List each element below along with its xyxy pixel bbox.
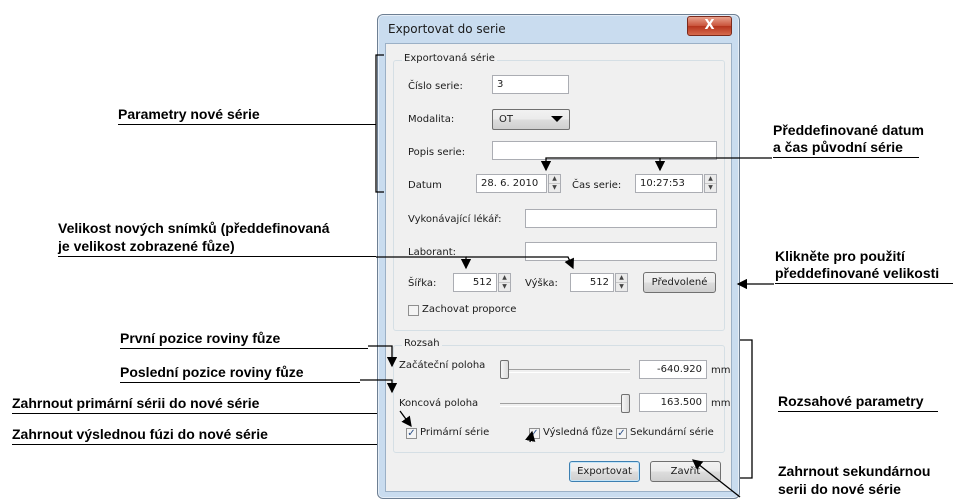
width-input[interactable]: 512 [453,273,497,292]
keep-proportions-label: Zachovat proporce [422,304,517,315]
end-position-label: Koncová poloha [399,398,479,409]
width-spinner[interactable]: ▲ ▼ [498,273,511,292]
annotation-include-primary: Zahrnout primární sérii do nové série [12,395,400,414]
end-slider-thumb[interactable] [621,394,630,413]
date-label: Datum [408,180,442,191]
spin-down-icon[interactable]: ▼ [616,283,627,291]
check-icon: ✓ [407,428,416,439]
series-number-input[interactable]: 3 [492,75,569,94]
annotation-range-params: Rozsahové parametry [778,393,938,412]
width-label: Šířka: [408,278,437,289]
dialog-title: Exportovat do serie [388,22,506,36]
dialog-client-area: Exportovaná série Číslo serie: 3 Modalit… [385,43,732,492]
export-button[interactable]: Exportovat [569,461,640,482]
modality-label: Modalita: [408,114,455,125]
annotation-params: Parametry nové série [118,106,376,125]
annotation-default-line1: Klikněte pro použití [775,248,905,264]
annotation-size-line1: Velikost nových snímků (předdefinovaná [58,220,330,236]
start-position-input[interactable]: -640.920 [639,360,707,379]
chevron-down-icon [551,116,563,122]
end-slider-track [500,403,630,407]
start-position-label: Začáteční poloha [399,360,486,371]
start-slider-thumb[interactable] [500,360,509,379]
height-input[interactable]: 512 [570,273,614,292]
height-label: Výška: [525,278,558,289]
spin-up-icon[interactable]: ▲ [499,274,510,283]
annotation-include-secondary-line2: serii do nové série [778,481,901,497]
start-slider-track [500,369,630,373]
time-input[interactable]: 10:27:53 [635,174,703,193]
modality-value: OT [499,114,513,125]
height-spinner[interactable]: ▲ ▼ [615,273,628,292]
description-input[interactable] [492,141,717,160]
end-unit-label: mm [711,398,731,409]
secondary-series-label: Sekundární série [630,427,714,438]
default-size-button[interactable]: Předvolené [643,272,716,293]
series-number-label: Číslo serie: [408,81,463,92]
annotation-size-line2: je velikost zobrazené fůze) [58,238,376,257]
check-icon: ✓ [617,428,626,439]
primary-series-checkbox[interactable]: ✓ [406,428,417,439]
group-exported-series: Exportovaná série Číslo serie: 3 Modalit… [393,53,725,331]
group-exported-series-title: Exportovaná série [402,53,497,64]
date-spinner[interactable]: ▲ ▼ [548,174,561,193]
annotation-first-position: První pozice roviny fůze [120,330,368,349]
close-icon: X [704,18,715,33]
annotation-last-position: Poslední pozice roviny fůze [120,364,360,383]
check-icon: ✓ [530,428,539,439]
spin-up-icon[interactable]: ▲ [705,175,716,184]
close-button[interactable]: Zavřít [650,461,721,482]
technician-label: Laborant: [408,247,457,258]
date-input[interactable]: 28. 6. 2010 [476,174,547,193]
physician-input[interactable] [525,209,717,228]
time-label: Čas serie: [572,180,622,191]
annotation-datetime-line1: Předdefinované datum [773,122,924,138]
close-window-button[interactable]: X [687,16,732,36]
annotation-default-line2: předdefinované velikosti [775,265,953,284]
spin-up-icon[interactable]: ▲ [549,175,560,184]
secondary-series-checkbox[interactable]: ✓ [616,428,627,439]
title-bar: Exportovat do serie X [378,15,739,43]
primary-series-label: Primární série [420,427,490,438]
spin-down-icon[interactable]: ▼ [549,184,560,192]
end-position-input[interactable]: 163.500 [639,393,707,412]
spin-up-icon[interactable]: ▲ [616,274,627,283]
modality-select[interactable]: OT [492,109,570,130]
annotation-datetime-line2: a čas původní série [773,139,919,158]
spin-down-icon[interactable]: ▼ [499,283,510,291]
physician-label: Vykonávající lékář: [408,214,502,225]
keep-proportions-checkbox[interactable] [408,305,419,316]
bracket-range [740,339,753,479]
export-series-dialog: Exportovat do serie X Exportovaná série … [377,14,740,499]
group-range: Rozsah Začáteční poloha -640.920 mm Konc… [393,338,730,453]
time-spinner[interactable]: ▲ ▼ [704,174,717,193]
spin-down-icon[interactable]: ▼ [705,184,716,192]
technician-input[interactable] [525,242,717,261]
result-fusion-label: Výsledná fůze [543,427,613,438]
group-range-title: Rozsah [402,338,442,349]
result-fusion-checkbox[interactable]: ✓ [529,428,540,439]
start-unit-label: mm [711,365,731,376]
description-label: Popis serie: [408,147,466,158]
annotation-include-secondary-line1: Zahrnout sekundárnou [778,463,931,479]
